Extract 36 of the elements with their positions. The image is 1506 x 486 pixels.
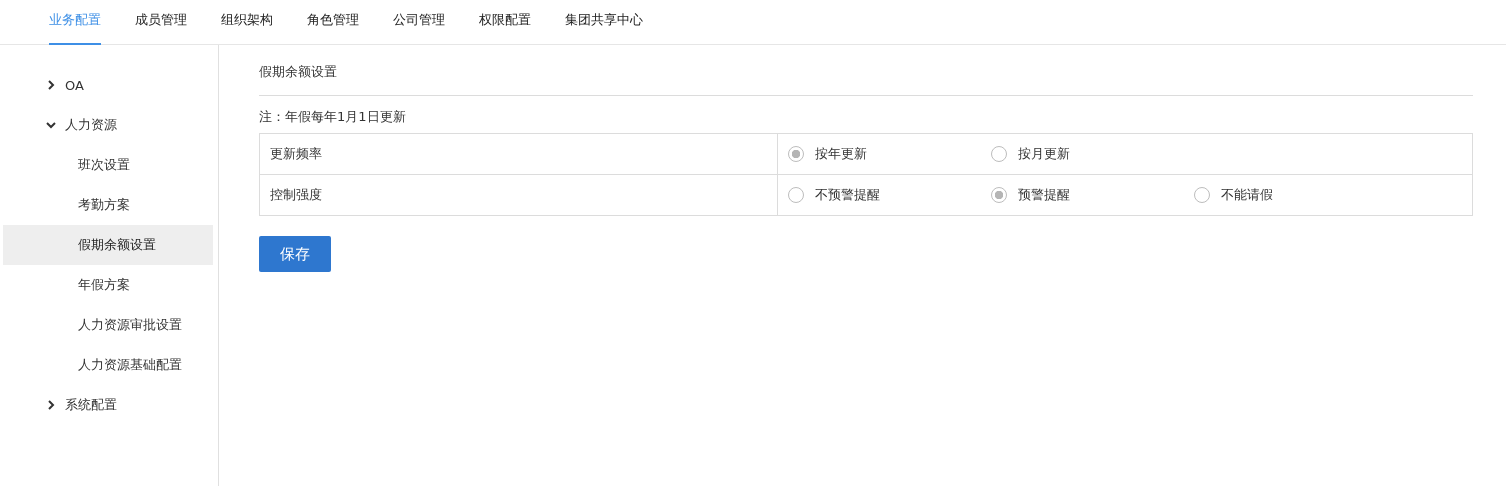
option-label: 不能请假 bbox=[1221, 186, 1273, 204]
table-cell: 控制强度 bbox=[259, 174, 778, 216]
note-text: 注：年假每年1月1日更新 bbox=[259, 108, 407, 126]
radio-button[interactable] bbox=[788, 187, 804, 203]
radio-option[interactable]: 不能请假 bbox=[1194, 186, 1397, 204]
option-label: 按年更新 bbox=[815, 145, 867, 163]
table-cell: 更新频率 bbox=[259, 133, 778, 175]
option-label: 预警提醒 bbox=[1018, 186, 1070, 204]
sidebar-group[interactable]: 系统配置 bbox=[3, 385, 218, 425]
sidebar-item[interactable]: 人力资源基础配置 bbox=[3, 345, 213, 385]
sidebar-item[interactable]: 年假方案 bbox=[3, 265, 213, 305]
radio-button[interactable] bbox=[991, 187, 1007, 203]
save-button[interactable]: 保存 bbox=[259, 236, 331, 272]
sidebar-group[interactable]: 人力资源 bbox=[3, 105, 218, 145]
nav-tab[interactable]: 角色管理 bbox=[307, 0, 359, 45]
nav-tab[interactable]: 业务配置 bbox=[49, 0, 101, 45]
nav-tab[interactable]: 集团共享中心 bbox=[565, 0, 643, 45]
radio-option[interactable]: 按年更新 bbox=[788, 145, 991, 163]
radio-option[interactable]: 预警提醒 bbox=[991, 186, 1194, 204]
radio-option[interactable]: 按月更新 bbox=[991, 145, 1194, 163]
page-title: 假期余额设置 bbox=[259, 64, 1473, 96]
nav-tab[interactable]: 组织架构 bbox=[221, 0, 273, 45]
radio-button[interactable] bbox=[991, 146, 1007, 162]
option-label: 按月更新 bbox=[1018, 145, 1070, 163]
option-label: 不预警提醒 bbox=[815, 186, 880, 204]
sidebar-item[interactable]: 人力资源审批设置 bbox=[3, 305, 213, 345]
sidebar-item[interactable]: 考勤方案 bbox=[3, 185, 213, 225]
radio-button[interactable] bbox=[788, 146, 804, 162]
radio-button[interactable] bbox=[1194, 187, 1210, 203]
sidebar-group[interactable]: OA bbox=[3, 65, 218, 105]
nav-tab[interactable]: 公司管理 bbox=[393, 0, 445, 45]
sidebar-item[interactable]: 假期余额设置 bbox=[3, 225, 213, 265]
radio-option[interactable]: 不预警提醒 bbox=[788, 186, 991, 204]
nav-tab[interactable]: 权限配置 bbox=[479, 0, 531, 45]
nav-tab[interactable]: 成员管理 bbox=[135, 0, 187, 45]
sidebar-item[interactable]: 班次设置 bbox=[3, 145, 213, 185]
